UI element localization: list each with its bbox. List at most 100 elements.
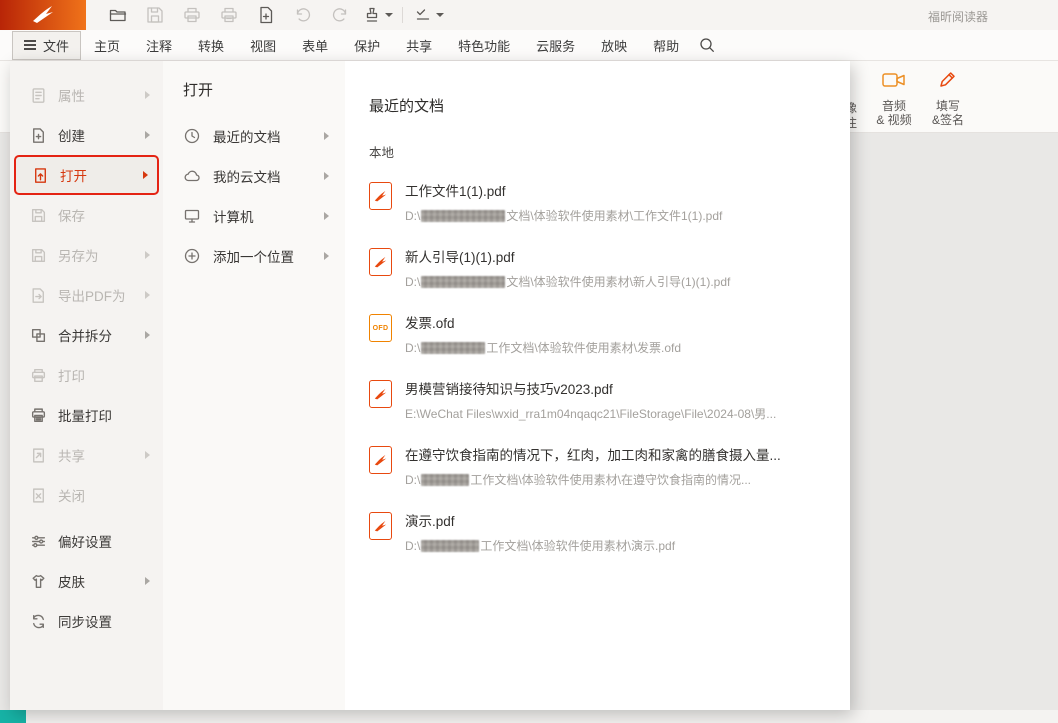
chevron-right-icon bbox=[145, 331, 150, 339]
ribbon-fill-sign-label: 填写 &签名 bbox=[921, 99, 975, 127]
sidebar-item-close[interactable]: 关闭 bbox=[10, 475, 163, 515]
open-item-recent-docs[interactable]: 最近的文档 bbox=[163, 116, 345, 156]
sidebar-item-save-as[interactable]: 另存为 bbox=[10, 235, 163, 275]
menu-file-button[interactable]: 文件 bbox=[12, 31, 81, 60]
ribbon-fill-sign-button[interactable]: 填写 &签名 bbox=[921, 69, 975, 127]
search-icon[interactable] bbox=[698, 36, 716, 54]
sidebar-item-properties[interactable]: 属性 bbox=[10, 75, 163, 115]
menu-tab-view[interactable]: 视图 bbox=[237, 31, 289, 60]
hand-tool-icon[interactable] bbox=[365, 3, 389, 27]
sidebar-item-create[interactable]: 创建 bbox=[10, 115, 163, 155]
redacted-path-segment bbox=[421, 276, 505, 288]
pdf-file-icon bbox=[369, 182, 392, 210]
sidebar-item-save[interactable]: 保存 bbox=[10, 195, 163, 235]
menu-tab-form[interactable]: 表单 bbox=[289, 31, 341, 60]
chevron-right-icon bbox=[145, 251, 150, 259]
recent-file-row[interactable]: 男模营销接待知识与技巧v2023.pdf E:\WeChat Files\wxi… bbox=[369, 367, 830, 433]
create-page-icon[interactable] bbox=[254, 3, 278, 27]
menu-tab-cloud-services[interactable]: 云服务 bbox=[523, 31, 588, 60]
file-name: 工作文件1(1).pdf bbox=[405, 180, 722, 200]
sidebar-item-sync-settings[interactable]: 同步设置 bbox=[10, 601, 163, 641]
menu-tab-comment[interactable]: 注释 bbox=[133, 31, 185, 60]
recent-file-row[interactable]: 演示.pdf D:\工作文档\体验软件使用素材\演示.pdf bbox=[369, 499, 830, 565]
chevron-right-icon bbox=[145, 291, 150, 299]
chevron-right-icon bbox=[145, 451, 150, 459]
menu-tab-play[interactable]: 放映 bbox=[588, 31, 640, 60]
file-name: 演示.pdf bbox=[405, 510, 675, 530]
menu-tab-home[interactable]: 主页 bbox=[81, 31, 133, 60]
customize-caret-icon bbox=[436, 13, 444, 17]
menu-tab-special-features[interactable]: 特色功能 bbox=[445, 31, 523, 60]
menu-tab-share[interactable]: 共享 bbox=[393, 31, 445, 60]
open-submenu: 打开 最近的文档 我的云文档 计算机 添加一个位置 bbox=[163, 61, 345, 710]
redacted-path-segment bbox=[421, 540, 479, 552]
file-path: D:\工作文档\体验软件使用素材\演示.pdf bbox=[405, 537, 675, 554]
chevron-right-icon bbox=[324, 172, 329, 180]
pdf-file-icon bbox=[369, 380, 392, 408]
foxit-logo[interactable] bbox=[0, 0, 86, 30]
open-folder-icon[interactable] bbox=[106, 3, 130, 27]
recent-file-row[interactable]: 新人引导(1)(1).pdf D:\文档\体验软件使用素材\新人引导(1)(1)… bbox=[369, 235, 830, 301]
titlebar: 福昕阅读器 bbox=[0, 0, 1058, 30]
recent-docs-title: 最近的文档 bbox=[369, 95, 830, 116]
menubar: 文件 主页 注释 转换 视图 表单 保护 共享 特色功能 云服务 放映 帮助 bbox=[0, 30, 1058, 61]
file-name: 在遵守饮食指南的情况下，红肉，加工肉和家禽的膳食摄入量... bbox=[405, 444, 781, 464]
app-title: 福昕阅读器 bbox=[928, 8, 988, 25]
pdf-file-icon bbox=[369, 446, 392, 474]
sidebar-item-share[interactable]: 共享 bbox=[10, 435, 163, 475]
chevron-right-icon bbox=[145, 577, 150, 585]
file-menu-sidebar: 属性 创建 打开 保存 另存为 导出PDF为 合并拆分 bbox=[10, 61, 163, 710]
hand-tool-caret-icon bbox=[385, 13, 393, 17]
save-icon[interactable] bbox=[143, 3, 167, 27]
ofd-file-icon: OFD bbox=[369, 314, 392, 342]
chevron-right-icon bbox=[143, 171, 148, 179]
hamburger-icon bbox=[24, 44, 36, 46]
recent-file-row[interactable]: 工作文件1(1).pdf D:\文档\体验软件使用素材\工作文件1(1).pdf bbox=[369, 169, 830, 235]
pdf-file-icon bbox=[369, 512, 392, 540]
menu-tab-convert[interactable]: 转换 bbox=[185, 31, 237, 60]
open-item-cloud-docs[interactable]: 我的云文档 bbox=[163, 156, 345, 196]
menu-tab-help[interactable]: 帮助 bbox=[640, 31, 692, 60]
file-path: D:\文档\体验软件使用素材\工作文件1(1).pdf bbox=[405, 207, 722, 224]
chevron-right-icon bbox=[324, 132, 329, 140]
chevron-right-icon bbox=[145, 131, 150, 139]
file-menu-panel: 属性 创建 打开 保存 另存为 导出PDF为 合并拆分 bbox=[10, 61, 850, 710]
undo-icon[interactable] bbox=[291, 3, 315, 27]
local-group-label: 本地 bbox=[369, 142, 830, 161]
redacted-path-segment bbox=[421, 342, 485, 354]
recent-file-row[interactable]: 在遵守饮食指南的情况下，红肉，加工肉和家禽的膳食摄入量... D:\工作文档\体… bbox=[369, 433, 830, 499]
chevron-right-icon bbox=[324, 252, 329, 260]
status-bar bbox=[0, 710, 1058, 723]
sidebar-item-open[interactable]: 打开 bbox=[14, 155, 159, 195]
menu-file-label: 文件 bbox=[43, 36, 69, 55]
file-path: D:\文档\体验软件使用素材\新人引导(1)(1).pdf bbox=[405, 273, 730, 290]
file-path: E:\WeChat Files\wxid_rra1m04nqaqc21\File… bbox=[405, 405, 776, 422]
file-name: 新人引导(1)(1).pdf bbox=[405, 246, 730, 266]
sidebar-item-merge-split[interactable]: 合并拆分 bbox=[10, 315, 163, 355]
sidebar-item-export-pdf[interactable]: 导出PDF为 bbox=[10, 275, 163, 315]
redacted-path-segment bbox=[421, 474, 469, 486]
chevron-right-icon bbox=[324, 212, 329, 220]
file-name: 发票.ofd bbox=[405, 312, 681, 332]
status-accent-chip bbox=[0, 710, 26, 723]
recent-documents-panel: 最近的文档 本地 工作文件1(1).pdf D:\文档\体验软件使用素材\工作文… bbox=[345, 61, 850, 710]
recent-file-row[interactable]: OFD 发票.ofd D:\工作文档\体验软件使用素材\发票.ofd bbox=[369, 301, 830, 367]
menu-tab-protect[interactable]: 保护 bbox=[341, 31, 393, 60]
print-icon[interactable] bbox=[180, 3, 204, 27]
ribbon-audio-video-button[interactable]: 音频 & 视频 bbox=[867, 69, 921, 127]
ribbon-audio-video-label: 音频 & 视频 bbox=[867, 99, 921, 127]
print-current-icon[interactable] bbox=[217, 3, 241, 27]
file-path: D:\工作文档\体验软件使用素材\在遵守饮食指南的情况... bbox=[405, 471, 781, 488]
sidebar-item-preferences[interactable]: 偏好设置 bbox=[10, 521, 163, 561]
pdf-file-icon bbox=[369, 248, 392, 276]
customize-toolbar-icon[interactable] bbox=[416, 3, 440, 27]
sidebar-item-print[interactable]: 打印 bbox=[10, 355, 163, 395]
sidebar-item-skin[interactable]: 皮肤 bbox=[10, 561, 163, 601]
open-submenu-title: 打开 bbox=[163, 79, 345, 100]
open-item-computer[interactable]: 计算机 bbox=[163, 196, 345, 236]
redacted-path-segment bbox=[421, 210, 505, 222]
open-item-add-place[interactable]: 添加一个位置 bbox=[163, 236, 345, 276]
sidebar-item-batch-print[interactable]: 批量打印 bbox=[10, 395, 163, 435]
redo-icon[interactable] bbox=[328, 3, 352, 27]
recent-file-list: 工作文件1(1).pdf D:\文档\体验软件使用素材\工作文件1(1).pdf… bbox=[369, 169, 830, 565]
